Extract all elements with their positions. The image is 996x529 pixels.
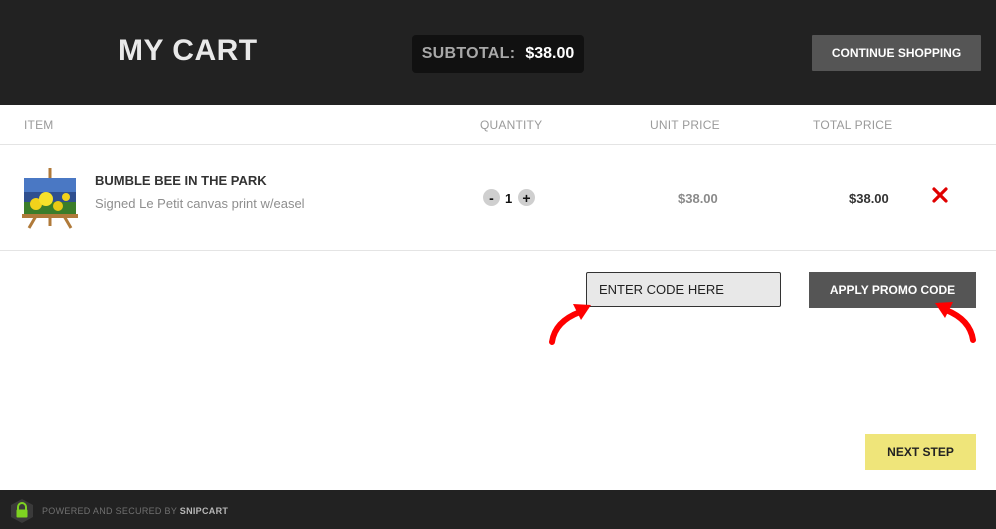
footer-prefix: POWERED AND SECURED BY [42, 506, 177, 516]
promo-code-input[interactable] [586, 272, 781, 307]
page-title: MY CART [118, 34, 258, 67]
footer-credit: POWERED AND SECURED BY SNIPCART [42, 506, 228, 516]
item-description: Signed Le Petit canvas print w/easel [95, 196, 305, 211]
annotation-arrow-icon [935, 302, 976, 343]
subtotal-value: $38.00 [525, 45, 575, 62]
column-header-total-price: TOTAL PRICE [813, 118, 893, 132]
quantity-increase-button[interactable]: + [518, 189, 535, 206]
item-name: BUMBLE BEE IN THE PARK [95, 173, 267, 188]
subtotal-label: SUBTOTAL: [421, 45, 516, 62]
items-divider [0, 250, 996, 251]
quantity-decrease-button[interactable]: - [483, 189, 500, 206]
lock-icon [11, 499, 33, 523]
footer-brand[interactable]: SNIPCART [180, 506, 228, 516]
subtotal-box: SUBTOTAL: $38.00 [412, 35, 584, 73]
total-price: $38.00 [849, 191, 889, 206]
remove-item-icon[interactable] [932, 187, 948, 203]
product-thumbnail [22, 168, 78, 229]
quantity-value: 1 [505, 191, 513, 206]
continue-shopping-button[interactable]: CONTINUE SHOPPING [812, 35, 981, 71]
unit-price: $38.00 [678, 191, 718, 206]
next-step-button[interactable]: NEXT STEP [865, 434, 976, 470]
annotation-arrow-icon [549, 304, 591, 345]
column-header-unit-price: UNIT PRICE [650, 118, 720, 132]
header-divider [0, 144, 996, 145]
column-header-quantity: QUANTITY [480, 118, 543, 132]
column-header-item: ITEM [24, 118, 54, 132]
